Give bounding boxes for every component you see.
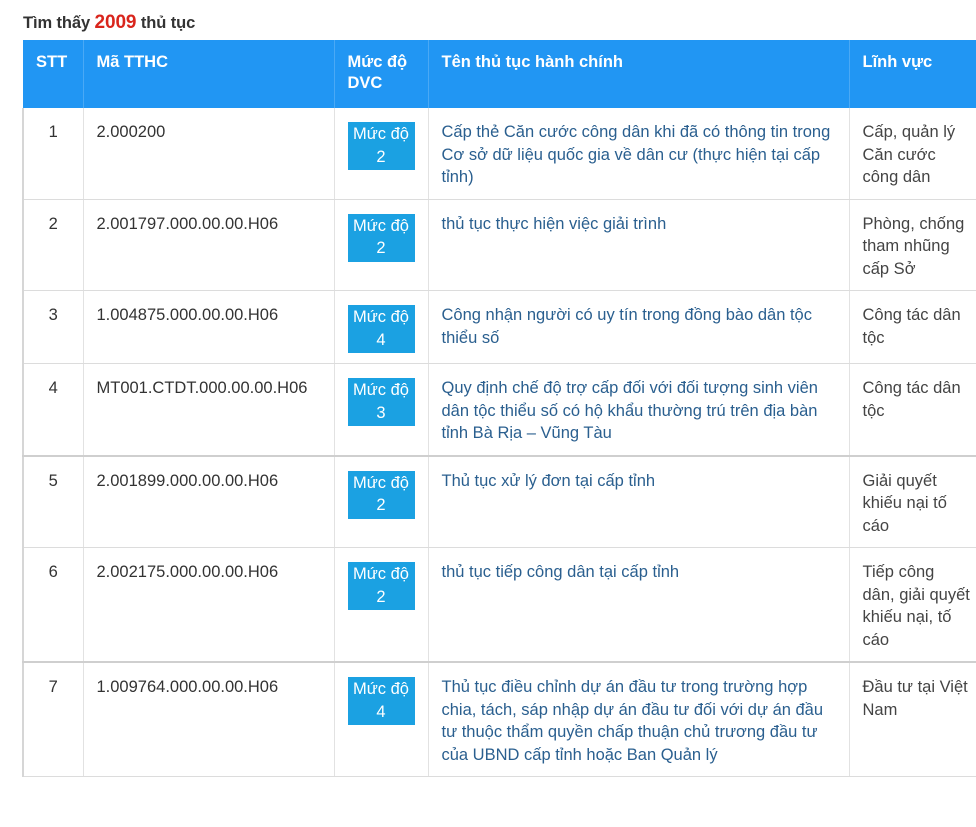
- row-stt: 7: [22, 662, 83, 777]
- procedure-link[interactable]: Thủ tục xử lý đơn tại cấp tỉnh: [442, 472, 656, 490]
- table-row: 4 MT001.CTDT.000.00.00.H06 Mức độ 3 Quy …: [22, 363, 976, 457]
- row-code: 2.002175.000.00.00.H06: [82, 547, 334, 663]
- row-field: Công tác dân tộc: [848, 363, 976, 457]
- result-count-suffix: thủ tục: [140, 14, 196, 32]
- table-row: 7 1.009764.000.00.00.H06 Mức độ 4 Thủ tụ…: [22, 662, 976, 777]
- header-stt: STT: [23, 40, 84, 108]
- header-code: Mã TTHC: [83, 40, 335, 108]
- row-level-cell: Mức độ 2: [333, 108, 428, 200]
- row-field: Đầu tư tại Việt Nam: [848, 662, 976, 777]
- row-name-cell: Công nhận người có uy tín trong đồng bào…: [427, 290, 849, 364]
- row-level-cell: Mức độ 3: [333, 363, 428, 457]
- row-code: 2.001797.000.00.00.H06: [82, 199, 334, 291]
- row-name-cell: Thủ tục điều chỉnh dự án đầu tư trong tr…: [427, 662, 849, 777]
- table-header: STT Mã TTHC Mức độ DVC Tên thủ tục hành …: [23, 40, 976, 108]
- procedure-link[interactable]: thủ tục thực hiện việc giải trình: [442, 215, 667, 233]
- row-level-cell: Mức độ 2: [333, 455, 428, 548]
- row-name-cell: Quy định chế độ trợ cấp đối với đối tượn…: [427, 363, 849, 457]
- level-badge: Mức độ 2: [347, 213, 415, 262]
- level-badge: Mức độ 4: [347, 305, 415, 353]
- row-stt: 6: [22, 547, 83, 663]
- result-count: Tìm thấy 2009 thủ tục: [23, 12, 195, 34]
- result-count-number: 2009: [94, 12, 137, 33]
- header-level: Mức độ DVC: [334, 40, 429, 108]
- row-name-cell: thủ tục thực hiện việc giải trình: [427, 199, 849, 291]
- procedure-link[interactable]: Công nhận người có uy tín trong đồng bào…: [442, 306, 812, 347]
- row-name-cell: Thủ tục xử lý đơn tại cấp tỉnh: [427, 455, 849, 548]
- row-field: Công tác dân tộc: [848, 290, 976, 364]
- level-badge: Mức độ 4: [347, 677, 415, 725]
- procedure-link[interactable]: Cấp thẻ Căn cước công dân khi đã có thôn…: [442, 123, 831, 186]
- row-code: 2.000200: [82, 108, 334, 200]
- table-row: 5 2.001899.000.00.00.H06 Mức độ 2 Thủ tụ…: [22, 455, 976, 548]
- table-row: 3 1.004875.000.00.00.H06 Mức độ 4 Công n…: [22, 290, 976, 364]
- level-badge: Mức độ 2: [347, 470, 415, 519]
- row-field: Cấp, quản lý Căn cước công dân: [848, 108, 976, 200]
- row-code: 1.009764.000.00.00.H06: [82, 662, 334, 777]
- procedure-table: STT Mã TTHC Mức độ DVC Tên thủ tục hành …: [22, 40, 976, 777]
- level-badge: Mức độ 2: [347, 562, 415, 610]
- row-field: Tiếp công dân, giải quyết khiếu nại, tố …: [848, 547, 976, 663]
- row-field: Phòng, chống tham nhũng cấp Sở: [848, 199, 976, 291]
- row-level-cell: Mức độ 2: [333, 199, 428, 291]
- procedure-link[interactable]: Quy định chế độ trợ cấp đối với đối tượn…: [442, 379, 818, 442]
- row-stt: 5: [22, 455, 83, 548]
- row-level-cell: Mức độ 2: [333, 547, 428, 663]
- result-count-prefix: Tìm thấy: [23, 14, 91, 32]
- procedure-link[interactable]: thủ tục tiếp công dân tại cấp tỉnh: [442, 563, 680, 581]
- table-body: 1 2.000200 Mức độ 2 Cấp thẻ Căn cước côn…: [22, 108, 976, 777]
- procedure-table-container: STT Mã TTHC Mức độ DVC Tên thủ tục hành …: [22, 40, 976, 777]
- table-row: 1 2.000200 Mức độ 2 Cấp thẻ Căn cước côn…: [22, 108, 976, 200]
- row-field: Giải quyết khiếu nại tố cáo: [848, 455, 976, 548]
- row-stt: 2: [22, 199, 83, 291]
- row-stt: 1: [22, 108, 83, 200]
- level-badge: Mức độ 2: [347, 122, 415, 170]
- row-stt: 4: [22, 363, 83, 457]
- row-code: 1.004875.000.00.00.H06: [82, 290, 334, 364]
- level-badge: Mức độ 3: [347, 378, 415, 426]
- table-row: 6 2.002175.000.00.00.H06 Mức độ 2 thủ tụ…: [22, 547, 976, 663]
- row-name-cell: thủ tục tiếp công dân tại cấp tỉnh: [427, 547, 849, 663]
- header-field: Lĩnh vực: [849, 40, 976, 108]
- table-row: 2 2.001797.000.00.00.H06 Mức độ 2 thủ tụ…: [22, 199, 976, 291]
- row-name-cell: Cấp thẻ Căn cước công dân khi đã có thôn…: [427, 108, 849, 200]
- row-level-cell: Mức độ 4: [333, 290, 428, 364]
- procedure-link[interactable]: Thủ tục điều chỉnh dự án đầu tư trong tr…: [442, 678, 824, 764]
- header-name: Tên thủ tục hành chính: [428, 40, 850, 108]
- header-row: STT Mã TTHC Mức độ DVC Tên thủ tục hành …: [23, 40, 976, 108]
- row-code: 2.001899.000.00.00.H06: [82, 455, 334, 548]
- row-stt: 3: [22, 290, 83, 364]
- row-level-cell: Mức độ 4: [333, 662, 428, 777]
- row-code: MT001.CTDT.000.00.00.H06: [82, 363, 334, 457]
